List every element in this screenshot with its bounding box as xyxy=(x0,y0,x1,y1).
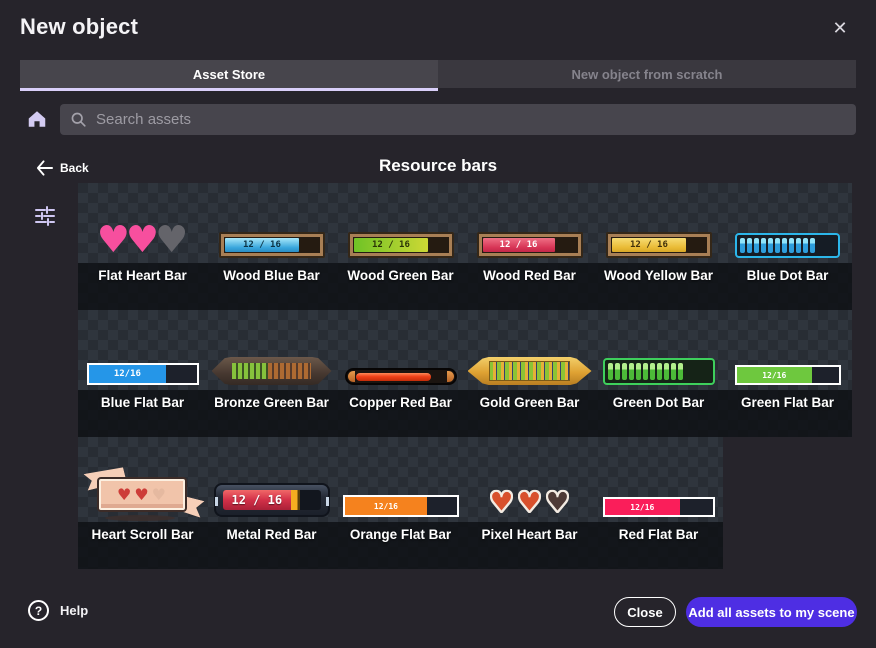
close-icon[interactable]: ✕ xyxy=(828,16,852,40)
asset-label: Copper Red Bar xyxy=(336,390,465,437)
pixel-heart-bar-preview: ♥ ♥ ♥ xyxy=(465,437,594,522)
asset-tile-green-dot-bar[interactable]: Green Dot Bar xyxy=(594,310,723,437)
bar-value: 12/16 xyxy=(630,503,654,512)
search-box[interactable] xyxy=(60,104,856,135)
asset-tile-green-flat-bar[interactable]: 12/16 Green Flat Bar xyxy=(723,310,852,437)
help-button[interactable]: ? Help xyxy=(28,600,88,621)
search-icon xyxy=(70,111,87,128)
page-title: New object xyxy=(20,14,138,40)
banner-plate: ♥ ♥ ♥ xyxy=(99,479,185,510)
bar-value: 12/16 xyxy=(762,371,786,380)
tab-bar: Asset Store New object from scratch xyxy=(20,60,856,88)
asset-label: Blue Dot Bar xyxy=(723,263,852,310)
asset-grid-row-3: ♥ ♥ ♥ Heart Scroll Bar 12 / 16 Metal Red… xyxy=(78,437,723,569)
asset-label: Red Flat Bar xyxy=(594,522,723,569)
asset-label: Bronze Green Bar xyxy=(207,390,336,437)
section-title: Resource bars xyxy=(0,156,876,176)
bar-value: 12 / 16 xyxy=(223,490,292,510)
green-dot-bar-preview xyxy=(603,358,715,385)
asset-tile-heart-scroll-bar[interactable]: ♥ ♥ ♥ Heart Scroll Bar xyxy=(78,437,207,569)
asset-tile-wood-yellow-bar[interactable]: 12 / 16 Wood Yellow Bar xyxy=(594,183,723,310)
green-flat-bar-preview: 12/16 xyxy=(735,365,841,385)
asset-label: Wood Green Bar xyxy=(336,263,465,310)
home-icon[interactable] xyxy=(26,108,48,130)
asset-tile-metal-red-bar[interactable]: 12 / 16 Metal Red Bar xyxy=(207,437,336,569)
orange-flat-bar-preview: 12/16 xyxy=(343,495,459,517)
gold-green-bar-preview xyxy=(468,357,592,385)
asset-label: Blue Flat Bar xyxy=(78,390,207,437)
asset-label: Wood Yellow Bar xyxy=(594,263,723,310)
tab-asset-store[interactable]: Asset Store xyxy=(20,60,438,88)
heart-icon: ♥ xyxy=(489,488,515,517)
asset-tile-copper-red-bar[interactable]: Copper Red Bar xyxy=(336,310,465,437)
asset-tile-wood-green-bar[interactable]: 12 / 16 Wood Green Bar xyxy=(336,183,465,310)
help-icon: ? xyxy=(28,600,49,621)
add-all-assets-button[interactable]: Add all assets to my scene xyxy=(686,597,857,627)
copper-red-bar-preview xyxy=(345,368,457,385)
asset-grid-row-2: 12/16 Blue Flat Bar Bronze Green Bar Cop… xyxy=(78,310,852,437)
bar-value: 12/16 xyxy=(374,502,398,511)
asset-label: Wood Red Bar xyxy=(465,263,594,310)
asset-tile-wood-red-bar[interactable]: 12 / 16 Wood Red Bar xyxy=(465,183,594,310)
close-button[interactable]: Close xyxy=(614,597,676,627)
wood-yellow-bar-preview: 12 / 16 xyxy=(606,232,712,258)
asset-label: Orange Flat Bar xyxy=(336,522,465,569)
asset-label: Flat Heart Bar xyxy=(78,263,207,310)
back-button[interactable]: Back xyxy=(36,157,89,179)
asset-label: Gold Green Bar xyxy=(465,390,594,437)
asset-tile-pixel-heart-bar[interactable]: ♥ ♥ ♥ Pixel Heart Bar xyxy=(465,437,594,569)
filter-icon[interactable] xyxy=(33,203,57,227)
asset-label: Pixel Heart Bar xyxy=(465,522,594,569)
bar-value: 12 / 16 xyxy=(500,240,538,250)
active-tab-indicator xyxy=(20,88,438,91)
asset-tile-wood-blue-bar[interactable]: 12 / 16 Wood Blue Bar xyxy=(207,183,336,310)
asset-label: Green Dot Bar xyxy=(594,390,723,437)
bar-value: 12/16 xyxy=(114,369,141,379)
wood-green-bar-preview: 12 / 16 xyxy=(348,232,454,258)
heart-icon: ♥ xyxy=(117,487,131,503)
blue-dot-bar-preview xyxy=(735,233,840,258)
metal-red-bar-preview: 12 / 16 xyxy=(214,483,330,517)
heart-icon-empty: ♥ xyxy=(152,487,166,503)
heart-scroll-bar-preview: ♥ ♥ ♥ xyxy=(83,466,203,520)
heart-icon-empty: ♥ xyxy=(545,488,571,517)
back-arrow-icon xyxy=(36,160,53,176)
bronze-green-bar-preview xyxy=(212,357,332,385)
asset-label: Wood Blue Bar xyxy=(207,263,336,310)
bar-value: 12 / 16 xyxy=(630,240,668,250)
search-input[interactable] xyxy=(96,111,846,128)
asset-tile-blue-flat-bar[interactable]: 12/16 Blue Flat Bar xyxy=(78,310,207,437)
asset-label: Heart Scroll Bar xyxy=(78,522,207,569)
new-object-dialog: New object ✕ Asset Store New object from… xyxy=(0,0,876,648)
asset-tile-gold-green-bar[interactable]: Gold Green Bar xyxy=(465,310,594,437)
asset-tile-blue-dot-bar[interactable]: Blue Dot Bar xyxy=(723,183,852,310)
asset-tile-red-flat-bar[interactable]: 12/16 Red Flat Bar xyxy=(594,437,723,569)
wood-blue-bar-preview: 12 / 16 xyxy=(219,232,325,258)
asset-grid-row-1: ♥ ♥ ♥ Flat Heart Bar 12 / 16 Wood Blue B… xyxy=(78,183,852,310)
heart-icon: ♥ xyxy=(134,487,148,503)
asset-tile-flat-heart-bar[interactable]: ♥ ♥ ♥ Flat Heart Bar xyxy=(78,183,207,310)
bar-value: 12 / 16 xyxy=(243,240,281,250)
tab-new-object-from-scratch[interactable]: New object from scratch xyxy=(438,60,856,88)
heart-icon-empty: ♥ xyxy=(155,221,188,258)
back-label: Back xyxy=(60,161,89,175)
bar-value: 12 / 16 xyxy=(372,240,410,250)
help-label: Help xyxy=(60,603,88,618)
wood-red-bar-preview: 12 / 16 xyxy=(477,232,583,258)
asset-label: Metal Red Bar xyxy=(207,522,336,569)
asset-tile-orange-flat-bar[interactable]: 12/16 Orange Flat Bar xyxy=(336,437,465,569)
asset-label: Green Flat Bar xyxy=(723,390,852,437)
heart-icon: ♥ xyxy=(517,488,543,517)
flat-heart-bar-preview: ♥ ♥ ♥ xyxy=(78,183,207,263)
question-glyph: ? xyxy=(35,604,42,618)
blue-flat-bar-preview: 12/16 xyxy=(87,363,199,385)
red-flat-bar-preview: 12/16 xyxy=(603,497,715,517)
asset-tile-bronze-green-bar[interactable]: Bronze Green Bar xyxy=(207,310,336,437)
banner-shadow xyxy=(105,515,175,521)
